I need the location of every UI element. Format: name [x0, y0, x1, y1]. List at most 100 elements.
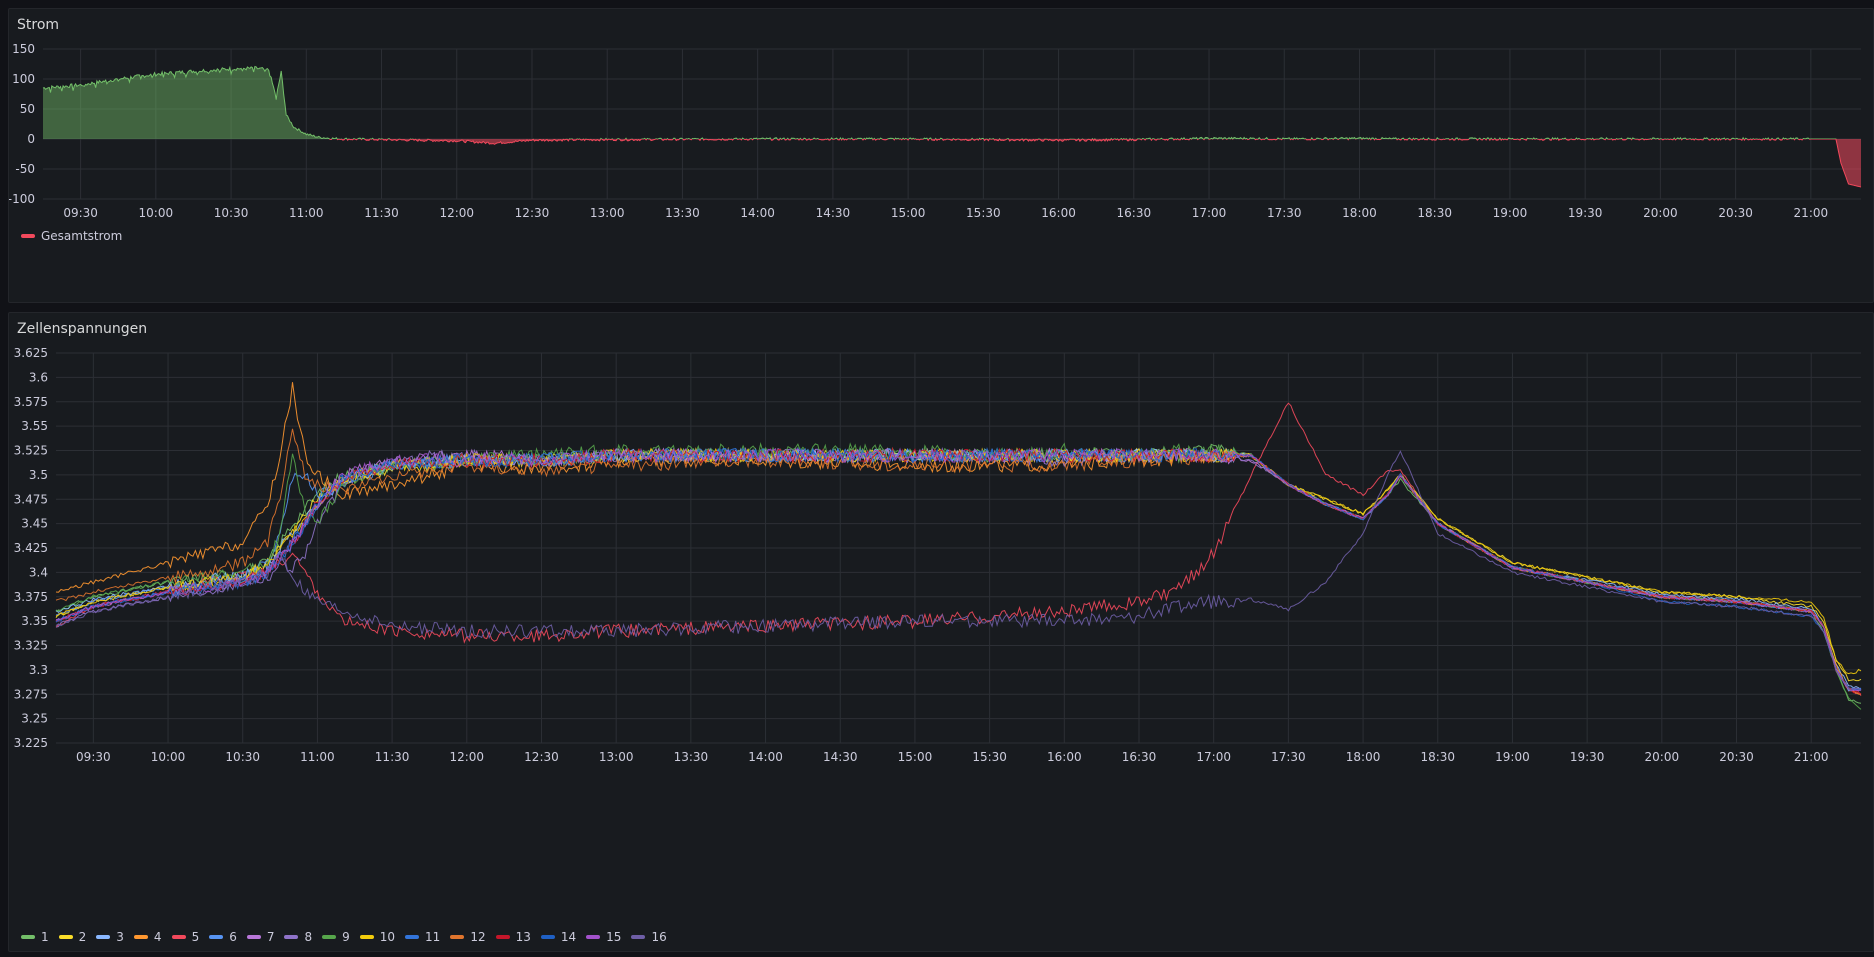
- y-tick-label: 0: [27, 132, 35, 146]
- legend-label: 6: [229, 930, 237, 944]
- x-tick-label: 21:00: [1794, 750, 1829, 764]
- y-tick-label: 3.35: [21, 614, 48, 628]
- x-tick-label: 12:30: [524, 750, 559, 764]
- cell-4-line: [55, 382, 1862, 696]
- y-tick-label: 3.575: [14, 395, 48, 409]
- legend-swatch: [631, 935, 646, 939]
- x-tick-label: 12:30: [515, 206, 550, 220]
- legend-label: 15: [606, 930, 622, 944]
- legend-label: 12: [470, 930, 486, 944]
- x-tick-label: 14:30: [816, 206, 851, 220]
- x-tick-label: 15:00: [898, 750, 933, 764]
- x-tick-label: 17:30: [1271, 750, 1306, 764]
- legend-label: 10: [379, 930, 396, 944]
- legend-swatch: [133, 935, 148, 939]
- y-tick-label: 3.55: [21, 419, 48, 433]
- x-tick-label: 10:30: [225, 750, 260, 764]
- x-tick-label: 18:00: [1342, 206, 1377, 220]
- legend-label: 11: [425, 930, 441, 944]
- legend-item-15[interactable]: 15: [586, 930, 621, 944]
- x-tick-label: 09:30: [76, 750, 111, 764]
- x-tick-label: 18:00: [1346, 750, 1381, 764]
- legend-swatch: [359, 935, 374, 939]
- x-tick-label: 19:00: [1495, 750, 1530, 764]
- legend-swatch: [495, 935, 510, 939]
- strom-legend: Gesamtstrom: [21, 229, 132, 243]
- y-tick-label: 3.325: [14, 639, 48, 653]
- legend-swatch: [246, 935, 261, 939]
- y-tick-label: 3.425: [14, 541, 48, 555]
- legend-item-8[interactable]: 8: [284, 930, 312, 944]
- legend-swatch: [586, 935, 601, 939]
- x-tick-label: 13:00: [590, 206, 625, 220]
- y-tick-label: 3.225: [14, 736, 48, 750]
- x-tick-label: 11:00: [300, 750, 335, 764]
- legend-label: 1: [41, 930, 49, 944]
- strom-chart: 150 100 50 0 -50 -100 09:30 10:00 10:30 11:00 11:3…: [9, 42, 1862, 220]
- x-tick-label: 18:30: [1417, 206, 1452, 220]
- legend-label: 16: [651, 930, 667, 944]
- x-tick-label: 16:30: [1122, 750, 1157, 764]
- y-tick-label: -50: [15, 162, 35, 176]
- y-tick-label: 3.475: [14, 492, 48, 506]
- x-tick-label: 12:00: [439, 206, 474, 220]
- x-tick-label: 15:30: [972, 750, 1007, 764]
- y-tick-label: 3.3: [29, 663, 48, 677]
- zellenspannungen-legend: 1 2 3 4 5 6 7 8 9 10 11 12 13 14 15 16: [21, 930, 677, 944]
- legend-label: 5: [191, 930, 200, 944]
- legend-label: 7: [266, 930, 275, 944]
- legend-swatch: [322, 935, 337, 939]
- legend-swatch: [171, 935, 186, 939]
- x-tick-label: 10:30: [214, 206, 249, 220]
- legend-item-6[interactable]: 6: [209, 930, 237, 944]
- x-tick-label: 13:00: [599, 750, 634, 764]
- x-tick-label: 15:00: [891, 206, 926, 220]
- legend-item-5[interactable]: 5: [171, 930, 200, 944]
- legend-label: 9: [342, 930, 350, 944]
- legend-swatch: [96, 935, 111, 939]
- zellenspannungen-panel: Zellenspannungen 3.625 3.6 3.575 3.55 3.525 3…: [8, 312, 1874, 952]
- legend-item-4[interactable]: 4: [133, 930, 162, 944]
- x-tick-label: 17:00: [1192, 206, 1227, 220]
- x-tick-label: 13:30: [665, 206, 700, 220]
- legend-label: 2: [78, 930, 87, 944]
- legend-item-16[interactable]: 16: [631, 930, 667, 944]
- legend-label: 8: [304, 930, 313, 944]
- x-tick-label: 19:00: [1493, 206, 1528, 220]
- x-tick-label: 10:00: [139, 206, 174, 220]
- legend-swatch: [209, 935, 224, 939]
- x-tick-label: 11:30: [364, 206, 399, 220]
- x-tick-label: 20:00: [1645, 750, 1680, 764]
- legend-item-9[interactable]: 9: [322, 930, 350, 944]
- legend-item-7[interactable]: 7: [246, 930, 275, 944]
- legend-item-10[interactable]: 10: [359, 930, 396, 944]
- x-tick-label: 16:30: [1117, 206, 1152, 220]
- y-tick-label: -100: [9, 192, 35, 206]
- x-tick-label: 09:30: [63, 206, 98, 220]
- legend-item-13[interactable]: 13: [495, 930, 531, 944]
- x-tick-label: 11:30: [375, 750, 410, 764]
- y-tick-label: 3.6: [29, 370, 48, 384]
- cell-5-line: [55, 402, 1862, 696]
- legend-item-gesamtstrom[interactable]: Gesamtstrom: [21, 229, 122, 243]
- x-tick-label: 17:30: [1267, 206, 1302, 220]
- y-tick-label: 3.45: [21, 517, 48, 531]
- legend-label: 3: [116, 930, 124, 944]
- legend-item-14[interactable]: 14: [540, 930, 576, 944]
- y-tick-label: 50: [20, 102, 35, 116]
- legend-item-1[interactable]: 1: [21, 930, 49, 944]
- legend-swatch: [540, 935, 555, 939]
- y-tick-label: 3.4: [29, 565, 48, 579]
- x-tick-label: 18:30: [1420, 750, 1455, 764]
- y-tick-label: 3.375: [14, 590, 48, 604]
- zellenspannungen-chart: 3.625 3.6 3.575 3.55 3.525 3.5 3.475 3.45 3.425 3…: [14, 346, 1862, 764]
- legend-item-12[interactable]: 12: [450, 930, 486, 944]
- legend-swatch: [21, 935, 35, 939]
- y-tick-label: 100: [12, 72, 35, 86]
- legend-item-2[interactable]: 2: [58, 930, 87, 944]
- legend-item-3[interactable]: 3: [96, 930, 124, 944]
- x-tick-label: 11:00: [289, 206, 324, 220]
- legend-swatch: [450, 935, 465, 939]
- legend-item-11[interactable]: 11: [405, 930, 440, 944]
- x-tick-label: 13:30: [674, 750, 709, 764]
